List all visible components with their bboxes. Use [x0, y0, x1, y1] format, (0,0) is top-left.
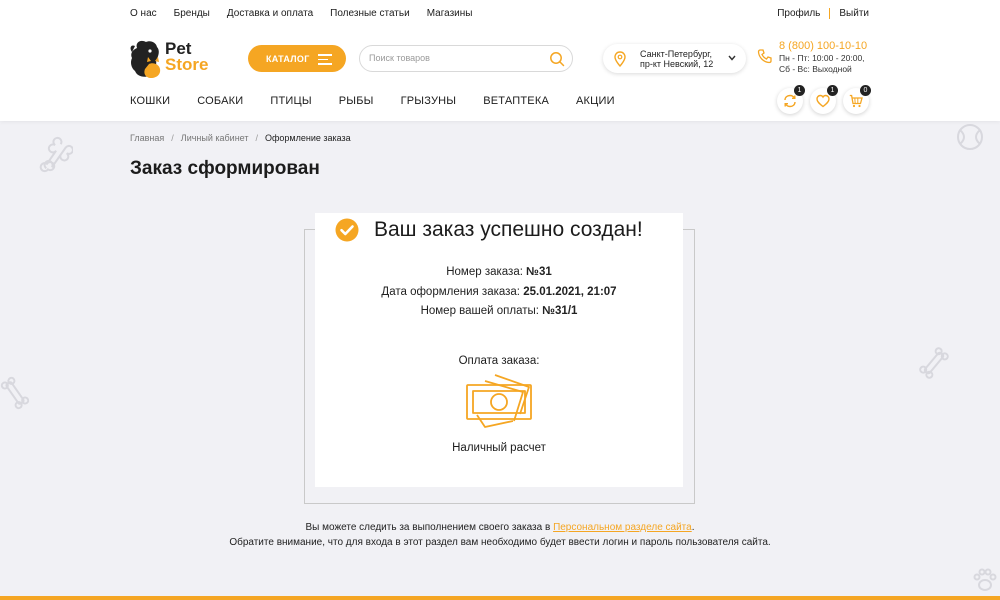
profile-link[interactable]: Профиль [777, 8, 820, 19]
order-date-value: 25.01.2021, 21:07 [523, 286, 617, 298]
working-hours-weekend: Сб - Вс: Выходной [779, 64, 852, 74]
order-number-row: Номер заказа: №31 [315, 266, 683, 278]
order-number-label: Номер заказа: [446, 266, 523, 278]
order-number-value: №31 [526, 266, 552, 278]
cash-icon [466, 374, 532, 428]
main-nav-cats[interactable]: КОШКИ [130, 95, 170, 107]
main-nav-dogs[interactable]: СОБАКИ [197, 95, 243, 107]
bone-icon [39, 136, 73, 173]
order-date-row: Дата оформления заказа: 25.01.2021, 21:0… [315, 286, 683, 298]
check-circle-icon [335, 218, 359, 242]
location-pin-icon [614, 51, 626, 67]
payment-number-value: №31/1 [542, 305, 578, 317]
order-info-text: Вы можете следить за выполнением своего … [0, 520, 1000, 550]
phone-number[interactable]: 8 (800) 100-10-10 [779, 40, 867, 53]
compare-button[interactable]: 1 [777, 85, 805, 114]
favorites-button[interactable]: 1 [810, 85, 838, 114]
contacts-block: 8 (800) 100-10-10 Пн - Пт: 10:00 - 20:00… [779, 40, 867, 75]
info-line-1-suffix: . [691, 522, 695, 533]
top-nav-delivery[interactable]: Доставка и оплата [227, 8, 313, 19]
bone-icon [919, 347, 949, 379]
chevron-down-icon [728, 55, 736, 61]
heart-icon [816, 94, 830, 108]
compare-icon [784, 94, 796, 108]
info-line-2: Обратите внимание, что для входа в этот … [229, 537, 771, 548]
bone-icon [0, 376, 30, 410]
favorites-count-badge: 1 [827, 85, 838, 96]
breadcrumb: Главная / Личный кабинет / Оформление за… [130, 133, 351, 143]
search-input[interactable] [369, 53, 539, 63]
catalog-button-label: КАТАЛОГ [266, 53, 310, 64]
working-hours-weekdays: Пн - Пт: 10:00 - 20:00, [779, 53, 865, 63]
top-nav-stores[interactable]: Магазины [427, 8, 473, 19]
location-address: пр-кт Невский, 12 [640, 59, 714, 69]
payment-number-label: Номер вашей оплаты: [420, 305, 539, 317]
footer-accent-bar [0, 596, 1000, 600]
location-selector[interactable]: Санкт-Петербург, пр-кт Невский, 12 [603, 44, 746, 73]
page-title: Заказ сформирован [130, 158, 320, 179]
ball-icon [957, 124, 983, 150]
info-line-1: Вы можете следить за выполнением своего … [0, 520, 1000, 535]
main-nav-vet-pharmacy[interactable]: ВЕТАПТЕКА [483, 95, 549, 107]
success-title: Ваш заказ успешно создан! [374, 218, 643, 241]
main-nav-rodents[interactable]: ГРЫЗУНЫ [401, 95, 457, 107]
breadcrumb-separator: / [255, 133, 259, 143]
search-box [359, 45, 573, 72]
top-nav-about[interactable]: О нас [130, 8, 157, 19]
top-nav-articles[interactable]: Полезные статьи [330, 8, 410, 19]
cart-button[interactable]: 0 [843, 85, 871, 114]
cart-count-badge: 0 [860, 85, 871, 96]
main-nav: КОШКИ СОБАКИ ПТИЦЫ РЫБЫ ГРЫЗУНЫ ВЕТАПТЕК… [130, 95, 615, 107]
location-text: Санкт-Петербург, пр-кт Невский, 12 [640, 49, 713, 69]
menu-icon [318, 54, 332, 68]
breadcrumb-cabinet[interactable]: Личный кабинет [181, 133, 249, 143]
divider [829, 8, 831, 19]
site-header: О нас Бренды Доставка и оплата Полезные … [0, 0, 1000, 121]
main-nav-fish[interactable]: РЫБЫ [339, 95, 374, 107]
payment-label: Оплата заказа: [458, 355, 540, 367]
main-nav-sales[interactable]: АКЦИИ [576, 95, 615, 107]
breadcrumb-current: Оформление заказа [265, 133, 351, 143]
payment-method: Наличный расчет [452, 442, 546, 454]
logo-line-2: Store [165, 55, 209, 74]
user-links: Профиль Выйти [777, 8, 869, 19]
paw-icon [973, 568, 997, 591]
logo-text[interactable]: Pet Store [165, 40, 209, 74]
order-success-card: Ваш заказ успешно создан! Номер заказа: … [315, 213, 683, 487]
order-date-label: Дата оформления заказа: [381, 286, 521, 298]
top-nav-brands[interactable]: Бренды [174, 8, 210, 19]
personal-section-link[interactable]: Персональном разделе сайта [553, 522, 692, 533]
main-nav-birds[interactable]: ПТИЦЫ [270, 95, 311, 107]
phone-icon [757, 49, 772, 64]
cart-icon [849, 94, 863, 108]
payment-number-row: Номер вашей оплаты: №31/1 [315, 305, 683, 317]
breadcrumb-home[interactable]: Главная [130, 133, 164, 143]
compare-count-badge: 1 [794, 85, 805, 96]
logout-link[interactable]: Выйти [839, 8, 869, 19]
breadcrumb-separator: / [171, 133, 174, 143]
search-icon[interactable] [549, 51, 565, 67]
location-city: Санкт-Петербург, [640, 49, 712, 59]
catalog-button[interactable]: КАТАЛОГ [248, 45, 346, 72]
top-nav: О нас Бренды Доставка и оплата Полезные … [130, 8, 489, 19]
info-line-1-prefix: Вы можете следить за выполнением своего … [305, 522, 551, 533]
